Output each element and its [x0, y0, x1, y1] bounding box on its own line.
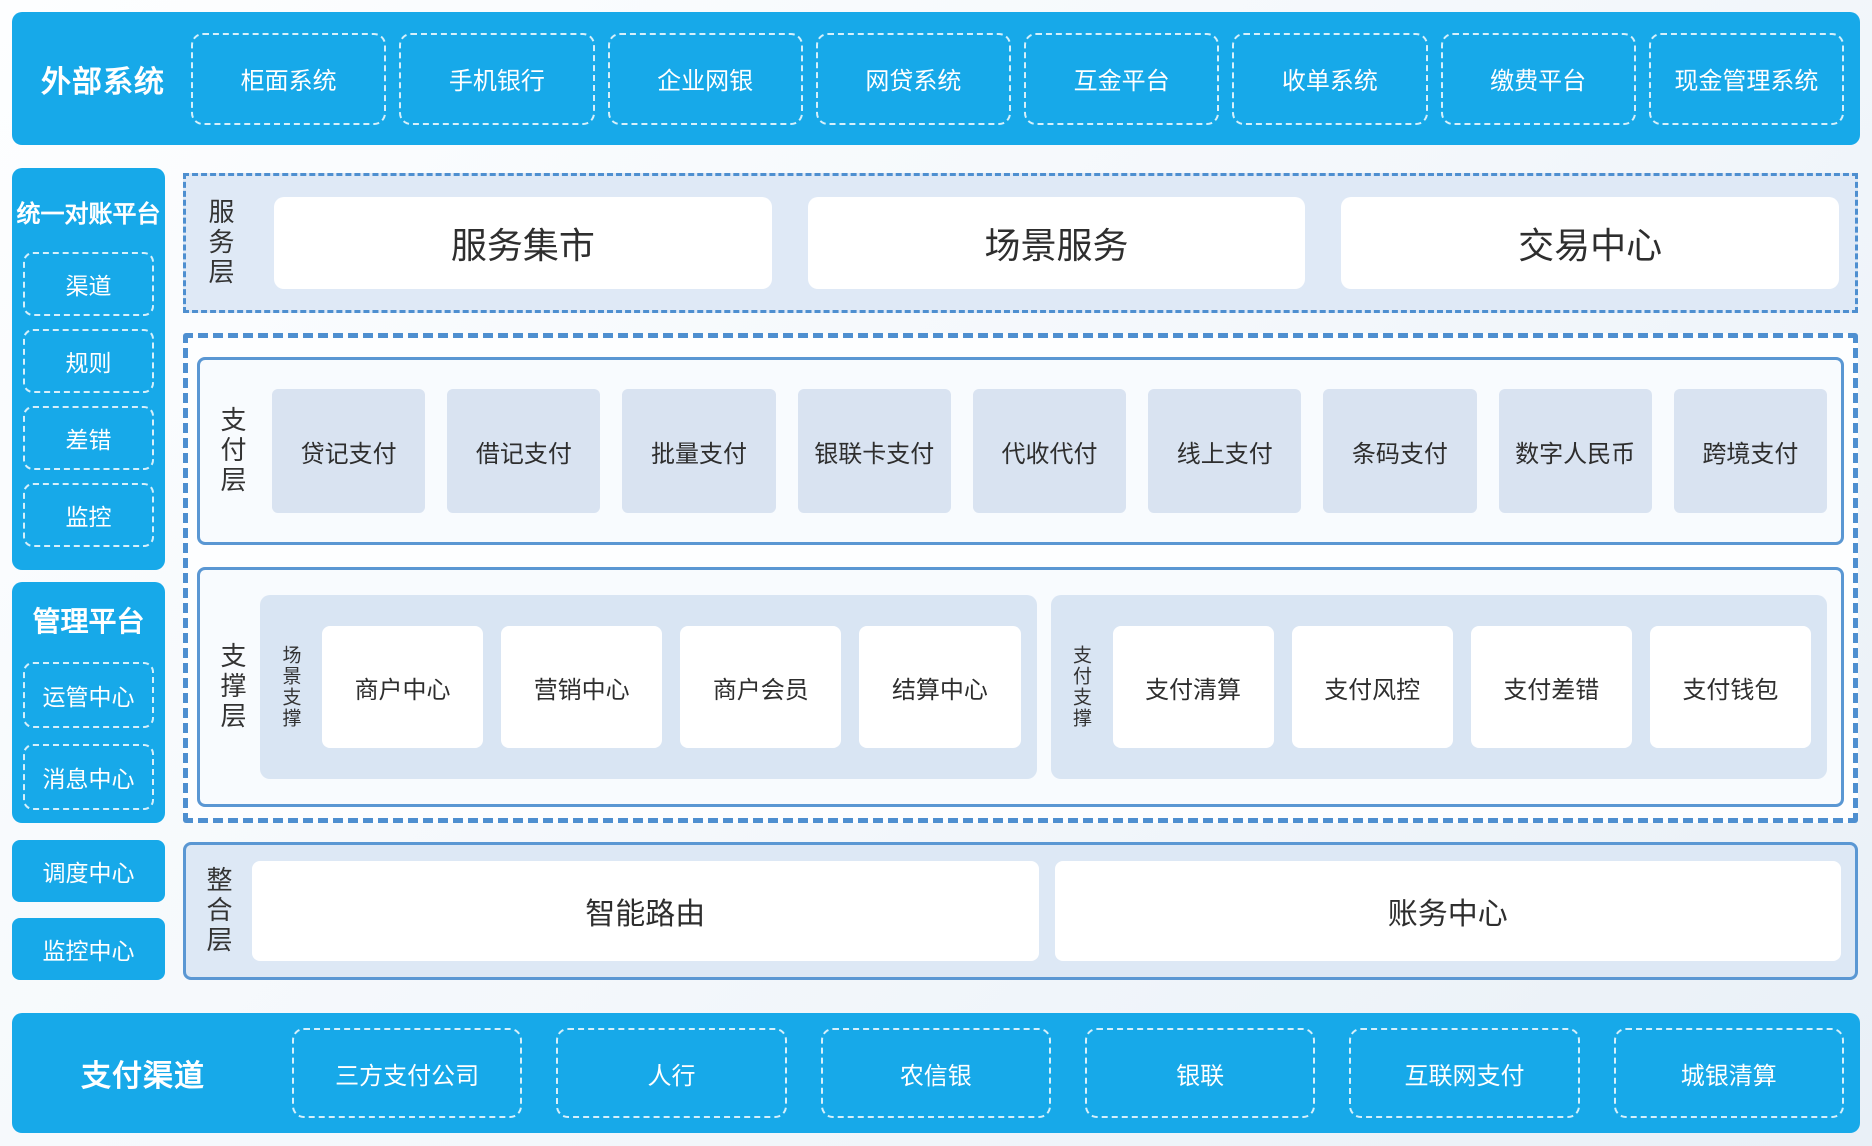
channel-chip-third-party: 三方支付公司	[292, 1028, 522, 1118]
management-platform-block: 管理平台 运管中心 消息中心	[12, 582, 165, 823]
payment-support-label: 支付支撑	[1067, 645, 1095, 729]
architecture-diagram: 外部系统 柜面系统 手机银行 企业网银 网贷系统 互金平台 收单系统 缴费平台 …	[0, 0, 1872, 1146]
support-box-merchant-center: 商户中心	[322, 626, 483, 748]
external-system-chip-counter: 柜面系统	[191, 33, 386, 125]
pay-box-unionpay-card: 银联卡支付	[798, 389, 951, 513]
channel-chip-pboc: 人行	[556, 1028, 786, 1118]
core-layers-panel: 支付层 贷记支付 借记支付 批量支付 银联卡支付 代收代付 线上支付 条码支付 …	[183, 333, 1858, 823]
pay-box-online: 线上支付	[1148, 389, 1301, 513]
payment-channels-title: 支付渠道	[28, 1051, 258, 1095]
reconciliation-platform-block: 统一对账平台 渠道 规则 差错 监控	[12, 168, 165, 570]
reconciliation-platform-title: 统一对账平台	[12, 168, 165, 239]
external-system-chip-cash-management: 现金管理系统	[1649, 33, 1844, 125]
external-system-chip-acquiring: 收单系统	[1232, 33, 1427, 125]
integration-layer-panel: 整合层 智能路由 账务中心	[183, 842, 1858, 980]
management-platform-title: 管理平台	[12, 582, 165, 646]
reconciliation-chip-monitoring: 监控	[23, 483, 154, 547]
support-layer-panel: 支撑层 场景支撑 商户中心 营销中心 商户会员 结算中心 支付支撑 支付清算 支…	[197, 567, 1844, 807]
support-layer-label: 支撑层	[214, 642, 250, 732]
external-system-chip-mobile-banking: 手机银行	[399, 33, 594, 125]
external-systems-title: 外部系统	[28, 57, 178, 101]
external-systems-bar: 外部系统 柜面系统 手机银行 企业网银 网贷系统 互金平台 收单系统 缴费平台 …	[12, 12, 1860, 145]
payment-layer-panel: 支付层 贷记支付 借记支付 批量支付 银联卡支付 代收代付 线上支付 条码支付 …	[197, 357, 1844, 545]
payment-layer-label: 支付层	[214, 406, 250, 496]
reconciliation-chip-channel: 渠道	[23, 252, 154, 316]
pay-box-batch: 批量支付	[622, 389, 775, 513]
pay-box-credit: 贷记支付	[272, 389, 425, 513]
channel-chip-rural-credit: 农信银	[821, 1028, 1051, 1118]
support-box-merchant-member: 商户会员	[680, 626, 841, 748]
support-groups: 场景支撑 商户中心 营销中心 商户会员 结算中心 支付支撑 支付清算 支付风控 …	[260, 595, 1827, 779]
support-box-payment-discrepancy: 支付差错	[1471, 626, 1632, 748]
dispatch-center-box: 调度中心	[12, 840, 165, 902]
management-chip-operation-center: 运管中心	[23, 662, 154, 728]
service-layer-panel: 服务层 服务集市 场景服务 交易中心	[183, 173, 1858, 313]
integration-box-smart-routing: 智能路由	[252, 861, 1039, 961]
support-box-marketing-center: 营销中心	[501, 626, 662, 748]
scenario-support-label: 场景支撑	[276, 645, 304, 729]
integration-layer-label: 整合层	[200, 866, 236, 956]
support-box-payment-risk: 支付风控	[1292, 626, 1453, 748]
pay-box-debit: 借记支付	[447, 389, 600, 513]
payment-channels-bar: 支付渠道 三方支付公司 人行 农信银 银联 互联网支付 城银清算	[12, 1013, 1860, 1133]
channel-chip-city-bank-clearing: 城银清算	[1614, 1028, 1844, 1118]
channel-chip-internet-payment: 互联网支付	[1349, 1028, 1579, 1118]
external-system-chip-online-loan: 网贷系统	[816, 33, 1011, 125]
external-system-chip-bill-payment: 缴费平台	[1441, 33, 1636, 125]
reconciliation-chip-discrepancy: 差错	[23, 406, 154, 470]
pay-box-barcode: 条码支付	[1323, 389, 1476, 513]
service-box-service-market: 服务集市	[274, 197, 772, 289]
pay-box-cross-border: 跨境支付	[1674, 389, 1827, 513]
monitor-center-box: 监控中心	[12, 918, 165, 980]
management-chip-message-center: 消息中心	[23, 744, 154, 810]
support-box-payment-wallet: 支付钱包	[1650, 626, 1811, 748]
external-system-chip-corporate-ebank: 企业网银	[608, 33, 803, 125]
support-box-payment-clearing: 支付清算	[1113, 626, 1274, 748]
pay-box-collection: 代收代付	[973, 389, 1126, 513]
scenario-support-group: 场景支撑 商户中心 营销中心 商户会员 结算中心	[260, 595, 1037, 779]
integration-box-accounting-center: 账务中心	[1055, 861, 1842, 961]
pay-box-digital-rmb: 数字人民币	[1499, 389, 1652, 513]
service-box-trade-center: 交易中心	[1341, 197, 1839, 289]
support-box-settlement-center: 结算中心	[859, 626, 1020, 748]
service-layer-label: 服务层	[202, 198, 238, 288]
external-system-chip-internet-finance: 互金平台	[1024, 33, 1219, 125]
payment-support-group: 支付支撑 支付清算 支付风控 支付差错 支付钱包	[1051, 595, 1828, 779]
channel-chip-unionpay: 银联	[1085, 1028, 1315, 1118]
service-box-scenario-service: 场景服务	[808, 197, 1306, 289]
reconciliation-chip-rules: 规则	[23, 329, 154, 393]
